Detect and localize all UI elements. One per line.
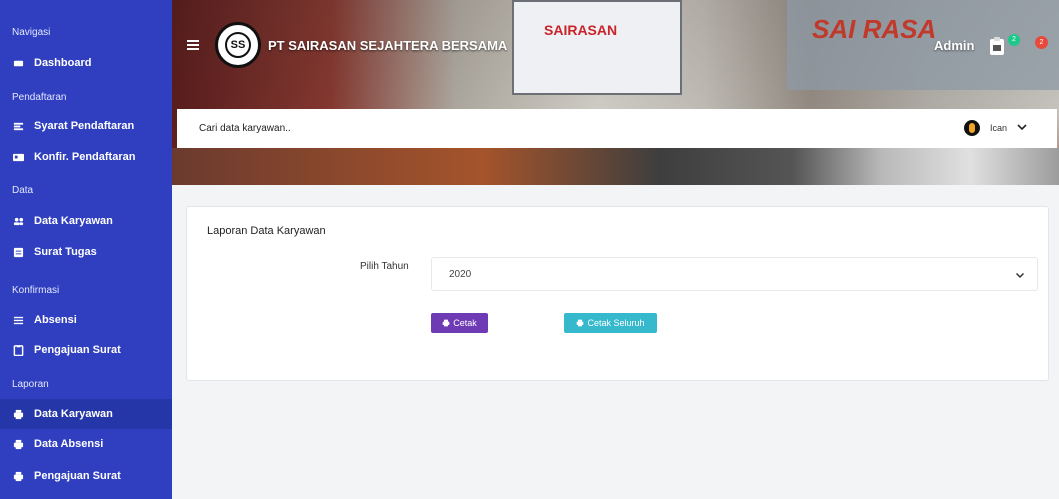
sidebar-item-label: Data Karyawan [34, 408, 113, 420]
company-logo: SS [215, 22, 261, 68]
sidebar-item-label: Pengajuan Surat [34, 344, 121, 356]
year-label: Pilih Tahun [360, 261, 409, 272]
notification-badge[interactable]: 2 [1035, 36, 1048, 49]
cetak-seluruh-button-label: Cetak Seluruh [587, 318, 645, 328]
sidebar-heading-konfirmasi: Konfirmasi [12, 285, 60, 296]
sidebar-item-absensi[interactable]: Absensi [0, 305, 172, 335]
header-banner: SAIRASAN SAI RASA [172, 0, 1059, 185]
search-input[interactable] [199, 123, 599, 134]
sidebar-heading-navigasi: Navigasi [12, 27, 51, 38]
sidebar-item-label: Pengajuan Surat [34, 470, 121, 482]
users-icon [12, 215, 24, 227]
clipboard-badge: 2 [1008, 34, 1020, 46]
sidebar-item-label: Syarat Pendaftaran [34, 120, 135, 132]
sidebar-heading-data: Data [12, 185, 34, 196]
sidebar-item-label: Surat Tugas [34, 246, 97, 258]
print-icon [12, 470, 24, 482]
search-bar: Ican [177, 109, 1057, 148]
cetak-button[interactable]: Cetak [431, 313, 488, 333]
sidebar-item-pengajuan-surat[interactable]: Pengajuan Surat [0, 335, 172, 365]
sidebar-heading-laporan: Laporan [12, 379, 49, 390]
year-select-value: 2020 [449, 268, 472, 280]
chevron-down-icon [1015, 272, 1025, 279]
sidebar-item-surat-tugas[interactable]: Surat Tugas [0, 237, 172, 267]
bars-icon [12, 314, 24, 326]
year-select[interactable]: 2020 [431, 257, 1038, 291]
clipboard-icon[interactable] [989, 36, 1005, 56]
id-card-icon [12, 151, 24, 163]
company-name: PT SAIRASAN SEJAHTERA BERSAMA [268, 38, 508, 53]
list-icon [12, 120, 24, 132]
sidebar-item-label: Dashboard [34, 57, 92, 69]
sidebar-item-label: Konfir. Pendaftaran [34, 151, 136, 163]
sidebar-item-syarat-pendaftaran[interactable]: Syarat Pendaftaran [0, 111, 172, 141]
dashboard-icon [12, 57, 24, 69]
cetak-button-label: Cetak [453, 318, 477, 328]
print-icon [577, 319, 584, 327]
print-icon [442, 319, 450, 327]
sidebar-item-laporan-data-absensi[interactable]: Data Absensi [0, 429, 172, 459]
sidebar-item-laporan-data-karyawan[interactable]: Data Karyawan [0, 399, 172, 429]
cetak-seluruh-button[interactable]: Cetak Seluruh [564, 313, 657, 333]
banner-stripe [172, 148, 1059, 185]
sidebar-heading-pendaftaran: Pendaftaran [12, 92, 67, 103]
sidebar-item-label: Absensi [34, 314, 77, 326]
banner-sign-right-text: SAI RASA [812, 14, 937, 44]
chevron-down-icon[interactable] [1017, 122, 1027, 132]
sidebar: Navigasi Dashboard Pendaftaran Syarat Pe… [0, 0, 172, 499]
hamburger-menu-icon[interactable] [187, 40, 199, 50]
clipboard-icon [12, 344, 24, 356]
sidebar-item-konfir-pendaftaran[interactable]: Konfir. Pendaftaran [0, 142, 172, 172]
banner-sign-text: SAIRASAN [544, 22, 618, 38]
sidebar-item-laporan-pengajuan-surat[interactable]: Pengajuan Surat [0, 461, 172, 491]
banner-sign [512, 0, 682, 95]
report-card: Laporan Data Karyawan Pilih Tahun 2020 C… [186, 206, 1049, 381]
admin-label[interactable]: Admin [934, 38, 974, 53]
card-title: Laporan Data Karyawan [207, 225, 326, 237]
user-name[interactable]: Ican [990, 123, 1007, 133]
document-icon [12, 246, 24, 258]
sidebar-item-label: Data Absensi [34, 438, 104, 450]
sidebar-item-dashboard[interactable]: Dashboard [0, 48, 172, 78]
user-avatar[interactable] [964, 120, 980, 136]
print-icon [12, 438, 24, 450]
sidebar-item-data-karyawan[interactable]: Data Karyawan [0, 206, 172, 236]
print-icon [12, 408, 24, 420]
sidebar-item-label: Data Karyawan [34, 215, 113, 227]
